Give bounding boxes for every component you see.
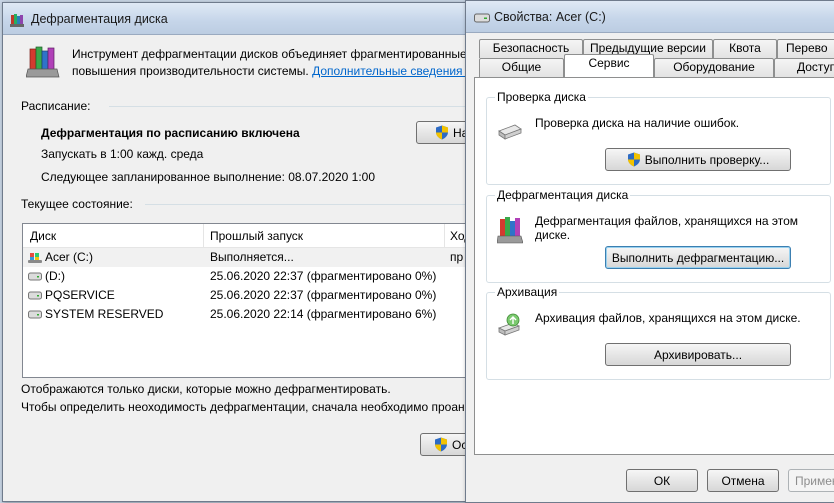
drive-icon (28, 291, 42, 299)
group-description: Архивация файлов, хранящихся на этом дис… (535, 311, 801, 325)
disk-name: (D:) (45, 269, 65, 283)
schedule-status: Дефрагментация по расписанию включена (41, 126, 300, 140)
group-text-line: диске. (535, 228, 571, 242)
properties-titlebar[interactable]: Свойства: Acer (C:) (466, 1, 834, 33)
tab-quota[interactable]: Квота (713, 39, 777, 58)
disk-name-cell: SYSTEM RESERVED (28, 307, 163, 321)
header-line-2: повышения производительности системы. (72, 64, 309, 78)
disk-last-run: 25.06.2020 22:14 (фрагментировано 6%) (210, 307, 437, 321)
group-title: Дефрагментация диска (495, 188, 631, 202)
current-state-divider (145, 204, 475, 205)
disk-name: PQSERVICE (45, 288, 115, 302)
backup-button-label: Архивировать... (653, 347, 743, 362)
drive-properties-icon (474, 13, 490, 23)
apply-button[interactable]: Примен (788, 469, 834, 492)
run-check-button[interactable]: Выполнить проверку... (605, 148, 791, 171)
cancel-button-label: Отмена (721, 473, 765, 488)
column-separator[interactable] (444, 224, 445, 248)
backup-icon (497, 313, 521, 336)
group-title: Проверка диска (495, 90, 588, 104)
disk-row-d[interactable]: (D:) 25.06.2020 22:37 (фрагментировано 0… (23, 267, 481, 286)
disk-last-run: 25.06.2020 22:37 (фрагментировано 0%) (210, 288, 437, 302)
defrag-titlebar[interactable]: Дефрагментация диска (3, 3, 476, 35)
drive-icon (28, 272, 42, 280)
ok-button[interactable]: ОК (626, 469, 698, 492)
defrag-window-title: Дефрагментация диска (31, 12, 168, 26)
system-drive-icon (28, 252, 42, 263)
disk-last-run: 25.06.2020 22:37 (фрагментировано 0%) (210, 269, 437, 283)
schedule-run-time: Запускать в 1:00 кажд. среда (41, 147, 204, 161)
properties-window-title: Свойства: Acer (C:) (494, 10, 606, 24)
disk-list-header: Диск Прошлый запуск Ход (23, 224, 481, 248)
group-text-line: Проверка диска на наличие ошибок. (535, 116, 740, 130)
defrag-app-icon (10, 14, 24, 27)
group-backup: Архивация Архивация файлов, хранящихся н… (486, 285, 831, 380)
uac-shield-icon (627, 152, 640, 167)
footer-note-2: Чтобы определить неоходимость дефрагмент… (21, 400, 472, 414)
disk-row-pqservice[interactable]: PQSERVICE 25.06.2020 22:37 (фрагментиров… (23, 286, 481, 305)
schedule-divider (109, 106, 474, 107)
schedule-next-run: Следующее запланированное выполнение: 08… (41, 170, 376, 184)
group-defrag: Дефрагментация диска Дефрагментация файл… (486, 188, 831, 283)
tab-hardware[interactable]: Оборудование (654, 58, 774, 77)
disk-name-cell: PQSERVICE (28, 288, 115, 302)
column-disk[interactable]: Диск (30, 229, 56, 243)
tab-translation[interactable]: Перево (777, 39, 834, 58)
defrag-client-area: Инструмент дефрагментации дисков объедин… (10, 36, 490, 494)
properties-client-area: Безопасность Предыдущие версии Квота Пер… (466, 34, 834, 495)
disk-row-c[interactable]: Acer (C:) Выполняется... пр (23, 248, 481, 267)
disk-list[interactable]: Диск Прошлый запуск Ход Acer (C:) Выполн… (22, 223, 482, 378)
column-separator[interactable] (203, 224, 204, 248)
uac-shield-icon (436, 125, 448, 140)
run-defrag-button[interactable]: Выполнить дефрагментацию... (605, 246, 791, 269)
cancel-button[interactable]: Отмена (707, 469, 779, 492)
defrag-tool-icon (26, 46, 60, 78)
current-state-label: Текущее состояние: (21, 197, 133, 211)
disk-name-cell: Acer (C:) (28, 250, 93, 264)
group-disk-check: Проверка диска Проверка диска на наличие… (486, 90, 831, 185)
properties-window: Свойства: Acer (C:) Безопасность Предыду… (465, 0, 834, 503)
group-text-line: Архивация файлов, хранящихся на этом дис… (535, 311, 801, 325)
run-check-label: Выполнить проверку... (644, 152, 770, 167)
tab-sharing[interactable]: Доступ (774, 58, 834, 77)
header-line-1: Инструмент дефрагментации дисков объедин… (72, 47, 480, 61)
tools-tab-panel: Проверка диска Проверка диска на наличие… (474, 77, 834, 455)
group-description: Проверка диска на наличие ошибок. (535, 116, 739, 130)
disk-name: SYSTEM RESERVED (45, 307, 164, 321)
apply-button-label: Примен (795, 473, 834, 488)
more-info-link[interactable]: Дополнительные сведения о (312, 64, 473, 78)
disk-name-cell: (D:) (28, 269, 65, 283)
footer-note-1: Отображаются только диски, которые можно… (21, 382, 391, 396)
disk-name: Acer (C:) (45, 250, 93, 264)
uac-shield-icon (435, 437, 447, 452)
group-title: Архивация (495, 285, 560, 299)
run-defrag-label: Выполнить дефрагментацию... (611, 250, 785, 265)
column-last-run[interactable]: Прошлый запуск (210, 229, 303, 243)
disk-progress: пр (450, 250, 464, 264)
tab-tools[interactable]: Сервис (564, 54, 654, 77)
defrag-header: Инструмент дефрагментации дисков объедин… (72, 46, 480, 80)
tab-general[interactable]: Общие (479, 58, 564, 77)
disk-last-run: Выполняется... (210, 250, 294, 264)
group-description: Дефрагментация файлов, хранящихся на это… (535, 214, 798, 242)
disk-check-icon (498, 124, 522, 140)
backup-button[interactable]: Архивировать... (605, 343, 791, 366)
defrag-icon (497, 217, 523, 244)
defrag-window: Дефрагментация диска Инструмент дефрагме… (2, 2, 490, 502)
property-tabs: Безопасность Предыдущие версии Квота Пер… (466, 34, 834, 78)
disk-row-system-reserved[interactable]: SYSTEM RESERVED 25.06.2020 22:14 (фрагме… (23, 305, 481, 324)
ok-button-label: ОК (653, 473, 671, 488)
schedule-label: Расписание: (21, 99, 91, 113)
group-text-line: Дефрагментация файлов, хранящихся на это… (535, 214, 799, 228)
drive-icon (28, 310, 42, 318)
